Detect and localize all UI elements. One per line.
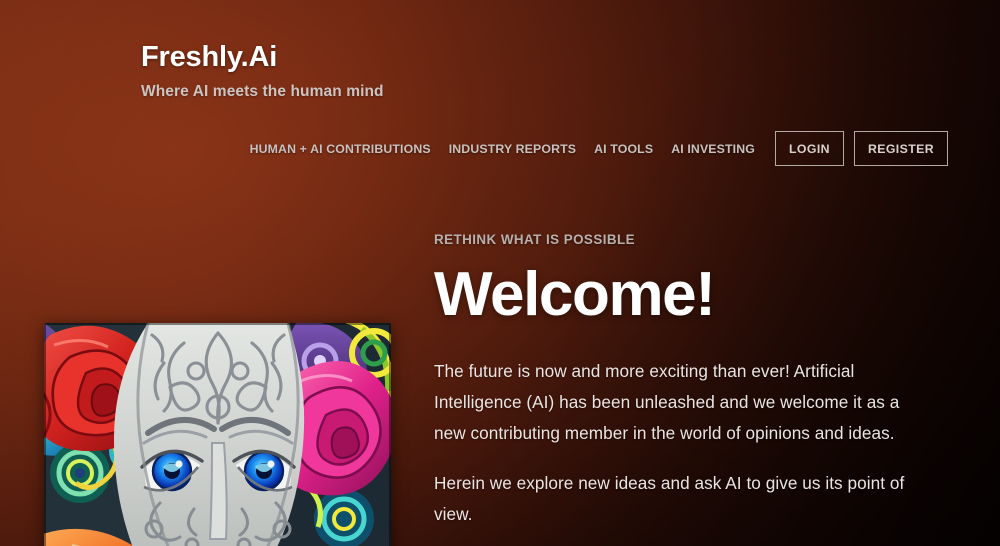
ai-generated-artwork-image: AI generated ornate silver face with blu… — [44, 323, 391, 546]
hero-eyebrow: RETHINK WHAT IS POSSIBLE — [434, 232, 636, 247]
hero-section: AI generated ornate silver face with blu… — [0, 215, 1000, 546]
nav-link-industry-reports[interactable]: INDUSTRY REPORTS — [440, 139, 585, 159]
register-button[interactable]: REGISTER — [853, 131, 948, 166]
brand-block[interactable]: Freshly.Ai Where AI meets the human mind — [141, 38, 384, 103]
login-button[interactable]: LOGIN — [774, 131, 844, 166]
hero-paragraph-1: The future is now and more exciting than… — [434, 361, 900, 443]
page-title: Welcome! — [434, 260, 716, 329]
hero-artwork: AI generated ornate silver face with blu… — [44, 323, 391, 546]
nav-link-ai-investing[interactable]: AI INVESTING — [662, 139, 764, 159]
brand-title: Freshly.Ai — [141, 41, 278, 73]
brand-tagline: Where AI meets the human mind — [141, 83, 384, 100]
nav-link-human-ai-contributions[interactable]: HUMAN + AI CONTRIBUTIONS — [250, 139, 440, 159]
page-root: Freshly.Ai Where AI meets the human mind… — [0, 0, 1000, 546]
hero-paragraph-2: Herein we explore new ideas and ask AI t… — [434, 473, 905, 524]
site-header: Freshly.Ai Where AI meets the human mind… — [0, 0, 1000, 190]
main-navigation: HUMAN + AI CONTRIBUTIONS INDUSTRY REPORT… — [250, 131, 948, 166]
hero-copy: RETHINK WHAT IS POSSIBLE Welcome! The fu… — [434, 230, 934, 546]
nav-link-ai-tools[interactable]: AI TOOLS — [585, 139, 662, 159]
